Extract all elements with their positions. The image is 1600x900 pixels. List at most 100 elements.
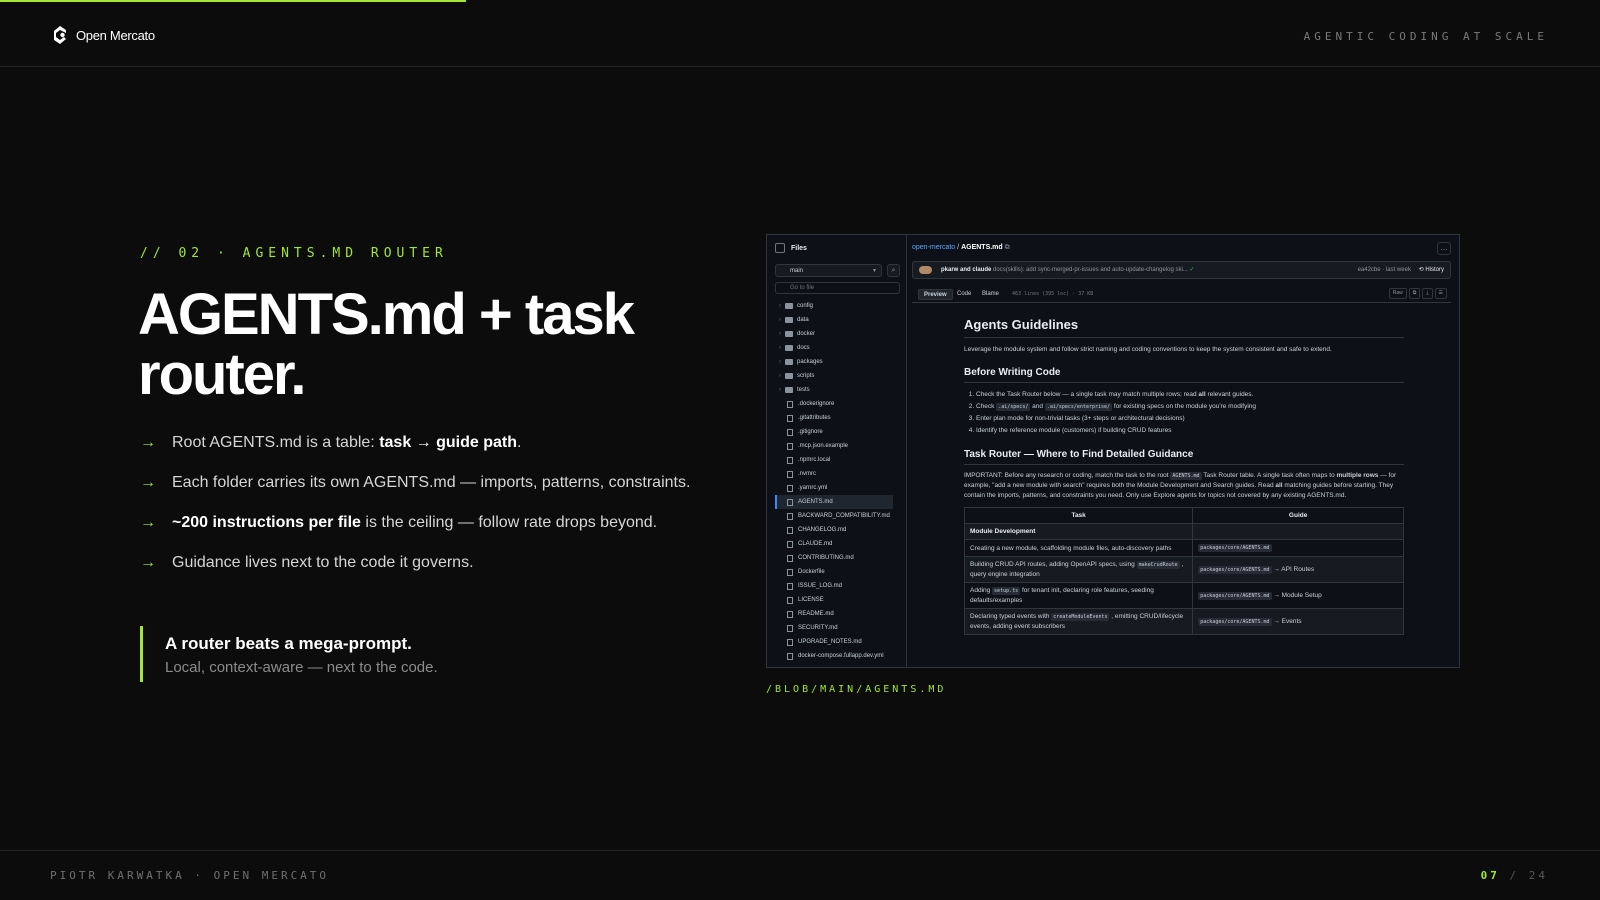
latest-commit-bar: pkarw and claude docs(skills): add sync-… (912, 261, 1451, 279)
tree-file-item[interactable]: CONTRIBUTING.md (767, 551, 907, 565)
tree-label: .nvmrc (798, 471, 816, 477)
list-icon[interactable]: ☰ (1434, 288, 1447, 299)
steps-list: Check the Task Router below — a single t… (964, 389, 1404, 437)
file-icon (787, 442, 793, 450)
tree-folder-data[interactable]: › data (767, 313, 907, 327)
commit-meta: ea42cbe · last week ⟲ History (1358, 262, 1444, 278)
page-counter: 07 / 24 (1481, 869, 1548, 882)
list-item: Enter plan mode for non-trivial tasks (3… (976, 413, 1404, 425)
tree-file-item[interactable]: .npmrc.local (767, 453, 907, 467)
tree-folder-config[interactable]: › config (767, 299, 907, 313)
commit-authors[interactable]: pkarw and claude (941, 267, 991, 273)
file-tab-bar: Preview Code Blame 463 lines (395 loc) ·… (912, 285, 1451, 303)
copy-icon[interactable]: ⧉ (1408, 288, 1421, 299)
arrow-right-icon: → (140, 474, 156, 491)
raw-button[interactable]: Raw (1388, 288, 1407, 299)
tree-label: scripts (797, 373, 815, 379)
tree-file-item[interactable]: .gitignore (767, 425, 907, 439)
callout-title: A router beats a mega-prompt. (165, 634, 412, 653)
breadcrumb: open-mercato / AGENTS.md ⧉ (912, 244, 1010, 252)
branch-selector[interactable]: main ▾ (775, 264, 882, 277)
folder-icon (785, 345, 793, 351)
open-mercato-logo-icon (54, 26, 66, 44)
search-icon[interactable]: ⌕ (887, 264, 900, 277)
slide-footer: PIOTR KARWATKA · OPEN MERCATO 07 / 24 (0, 850, 1600, 900)
table-cell (1192, 523, 1404, 540)
tab-blame[interactable]: Blame (977, 289, 1004, 300)
tree-label: .npmrc.local (798, 457, 831, 463)
tab-code[interactable]: Code (952, 289, 976, 300)
tree-folder-docs[interactable]: › docs (767, 341, 907, 355)
chevron-right-icon: › (779, 303, 781, 309)
tree-file-item[interactable]: README.md (767, 607, 907, 621)
table-cell: packages/core/AGENTS.md (1192, 539, 1404, 557)
more-options-button[interactable]: … (1437, 242, 1451, 255)
tree-file-item[interactable]: docker-compose.fullapp.dev.yml (767, 649, 907, 663)
tree-file-item[interactable]: SECURITY.md (767, 621, 907, 635)
files-title: Files (791, 244, 807, 252)
bullet-text: Root AGENTS.md is a table: task → guide … (172, 434, 522, 451)
tree-folder-packages[interactable]: › packages (767, 355, 907, 369)
heading-before-writing-code: Before Writing Code (964, 367, 1404, 383)
tree-file-item[interactable]: .yarnrc.yml (767, 481, 907, 495)
tree-file-item[interactable]: CHANGELOG.md (767, 523, 907, 537)
commit-hash-time[interactable]: ea42cbe · last week (1358, 267, 1411, 273)
arrow-right-icon: → (140, 434, 156, 451)
tree-file-item[interactable]: LICENSE (767, 593, 907, 607)
table-cell: Creating a new module, scaffolding modul… (963, 539, 1194, 557)
tree-file-item[interactable]: UPGRADE_NOTES.md (767, 635, 907, 649)
tree-file-item[interactable]: .mcp.json.example (767, 439, 907, 453)
file-icon (787, 400, 793, 408)
table-row: Module Development (963, 523, 1404, 540)
tree-folder-scripts[interactable]: › scripts (767, 369, 907, 383)
tree-file-item[interactable]: AGENTS.md (775, 495, 893, 509)
file-tree: › config › data › docker › docs › packages › script… (767, 299, 907, 663)
file-icon (787, 652, 793, 660)
tree-label: ISSUE_LOG.md (798, 583, 843, 589)
tree-label: CONTRIBUTING.md (798, 555, 854, 561)
download-icon[interactable]: ⤓ (1422, 288, 1433, 299)
list-item: Check the Task Router below — a single t… (976, 389, 1404, 401)
tree-file-item[interactable]: .nvmrc (767, 467, 907, 481)
column-header: Task (963, 507, 1194, 524)
tree-label: .gitattributes (798, 415, 831, 421)
table-group-cell: Module Development (963, 523, 1194, 540)
copy-path-icon[interactable]: ⧉ (1005, 244, 1010, 251)
file-icon (787, 484, 793, 492)
breadcrumb-separator: / (957, 244, 960, 251)
avatar (919, 266, 932, 274)
tree-label: packages (797, 359, 823, 365)
tree-label: docs (797, 345, 810, 351)
tree-label: SECURITY.md (798, 625, 838, 631)
breadcrumb-repo-link[interactable]: open-mercato (912, 244, 955, 251)
file-lines-info: 463 lines (395 loc) · 37 KB (1012, 291, 1094, 297)
table-row: Creating a new module, scaffolding modul… (963, 539, 1404, 557)
tree-file-item[interactable]: ISSUE_LOG.md (767, 579, 907, 593)
tree-label: CLAUDE.md (798, 541, 833, 547)
page-separator: / (1509, 869, 1520, 882)
bullet-item: → ~200 instructions per file is the ceil… (140, 514, 720, 554)
commit-message[interactable]: docs(skills): add sync-merged-pr-issues … (993, 267, 1188, 273)
history-link[interactable]: ⟲ History (1419, 267, 1444, 273)
table-row: Building CRUD API routes, adding OpenAPI… (963, 556, 1404, 583)
tree-label: LICENSE (798, 597, 824, 603)
file-icon (787, 596, 793, 604)
tree-file-item[interactable]: CLAUDE.md (767, 537, 907, 551)
slide-title: AGENTS.md + task router. (138, 282, 635, 407)
tree-folder-tests[interactable]: › tests (767, 383, 907, 397)
bullet-item: → Guidance lives next to the code it gov… (140, 554, 720, 594)
tree-label: README.md (798, 611, 834, 617)
file-icon (787, 428, 793, 436)
tree-label: .gitignore (798, 429, 823, 435)
arrow-right-icon: → (140, 554, 156, 571)
tree-file-item[interactable]: BACKWARD_COMPATIBILITY.md (767, 509, 907, 523)
tree-folder-docker[interactable]: › docker (767, 327, 907, 341)
tree-file-item[interactable]: .dockerignore (767, 397, 907, 411)
tab-preview[interactable]: Preview (918, 289, 953, 300)
chevron-right-icon: › (779, 387, 781, 393)
tree-label: config (797, 303, 814, 309)
tree-file-item[interactable]: .gitattributes (767, 411, 907, 425)
tree-file-item[interactable]: Dockerfile (767, 565, 907, 579)
sidebar-toggle-icon[interactable] (775, 243, 785, 253)
go-to-file-input[interactable]: Go to file (775, 282, 900, 294)
